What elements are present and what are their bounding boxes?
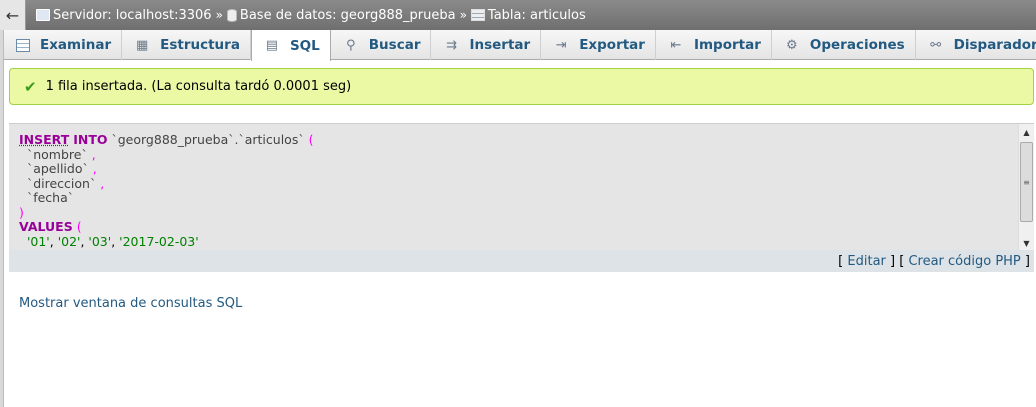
sql-code: INSERT INTO `georg888_prueba`.`articulos… <box>19 132 314 249</box>
tab-disparadores[interactable]: ⚯ Disparadores <box>916 30 1036 60</box>
sql-scrollbar[interactable]: ▲ ≡ ▼ <box>1018 124 1034 250</box>
sql-keyword-insert: INSERT <box>19 132 70 147</box>
sql-column: `apellido` <box>26 161 89 176</box>
tab-examinar[interactable]: Examinar <box>4 30 123 60</box>
sql-icon: ▤ <box>265 38 279 53</box>
sql-value: '02' <box>57 233 81 249</box>
sql-column: `nombre` <box>26 146 88 162</box>
tab-estructura[interactable]: ▦ Estructura <box>122 30 251 60</box>
show-query-window-link[interactable]: Mostrar ventana de consultas SQL <box>19 296 242 311</box>
success-message-text: 1 fila insertada. (La consulta tardó 0.0… <box>45 79 352 94</box>
tab-label: Exportar <box>579 37 645 53</box>
tab-sql[interactable]: ▤ SQL <box>250 30 331 61</box>
server-icon <box>36 9 50 21</box>
sql-column: `direccion` <box>26 175 97 191</box>
tab-label: Importar <box>693 37 761 53</box>
tab-label: SQL <box>289 37 320 54</box>
search-icon: ⚲ <box>346 37 356 53</box>
scroll-down-icon[interactable]: ▼ <box>1019 235 1034 250</box>
sql-value: '01' <box>26 233 50 249</box>
wrench-icon: ⚙ <box>786 37 798 53</box>
tab-exportar[interactable]: ⇥ Exportar <box>541 30 656 60</box>
breadcrumb-server-label: Servidor: localhost:3306 <box>53 7 212 23</box>
breadcrumb-separator: » <box>215 8 223 22</box>
tab-importar[interactable]: ⇤ Importar <box>656 30 772 60</box>
bracket: [ <box>838 253 848 269</box>
tab-label: Insertar <box>469 37 531 53</box>
sql-table-ref: `georg888_prueba`.`articulos` <box>111 132 305 147</box>
success-message: ✔ 1 fila insertada. (La consulta tardó 0… <box>9 68 1034 105</box>
triggers-icon: ⚯ <box>930 37 942 53</box>
tab-insertar[interactable]: ⇉ Insertar <box>431 30 542 60</box>
tab-operaciones[interactable]: ⚙ Operaciones <box>772 30 916 60</box>
breadcrumb-separator: » <box>459 8 467 22</box>
scroll-up-icon[interactable]: ▲ <box>1019 124 1034 140</box>
tab-bar: Examinar ▦ Estructura ▤ SQL ⚲ Buscar ⇉ I… <box>4 30 1036 61</box>
tab-label: Examinar <box>40 37 112 53</box>
breadcrumb-bar: ← Servidor: localhost:3306 » Base de dat… <box>0 0 1036 30</box>
create-php-link[interactable]: Crear código PHP <box>908 254 1020 269</box>
bracket: ] [ <box>885 253 909 269</box>
breadcrumb-table[interactable]: Tabla: articulos <box>470 7 586 23</box>
breadcrumb-server[interactable]: Servidor: localhost:3306 <box>36 8 212 23</box>
sql-keyword-values: VALUES <box>19 219 73 234</box>
breadcrumb: Servidor: localhost:3306 » Base de datos… <box>26 8 586 23</box>
bracket: ] <box>1020 253 1030 269</box>
sql-value: '2017-02-03' <box>119 233 199 249</box>
left-edge <box>0 30 4 407</box>
import-icon: ⇤ <box>670 37 682 53</box>
export-icon: ⇥ <box>555 37 567 53</box>
insert-icon: ⇉ <box>446 37 457 53</box>
tab-buscar[interactable]: ⚲ Buscar <box>331 30 432 60</box>
breadcrumb-database[interactable]: Base de datos: georg888_prueba <box>226 7 456 23</box>
tab-label: Estructura <box>160 37 240 53</box>
sql-column: `fecha` <box>26 190 74 205</box>
tab-label: Operaciones <box>809 37 905 53</box>
breadcrumb-table-label: Tabla: articulos <box>487 7 586 23</box>
sql-query-box[interactable]: INSERT INTO `georg888_prueba`.`articulos… <box>9 123 1034 250</box>
edit-link[interactable]: Editar <box>847 254 886 269</box>
tab-label: Disparadores <box>953 37 1036 53</box>
breadcrumb-database-label: Base de datos: georg888_prueba <box>239 7 456 23</box>
back-button[interactable]: ← <box>0 0 26 30</box>
sql-value: '03' <box>88 233 112 249</box>
table-icon <box>470 9 485 21</box>
scroll-thumb[interactable]: ≡ <box>1020 142 1033 222</box>
sql-keyword-into: INTO <box>73 132 108 147</box>
structure-icon: ▦ <box>135 37 149 53</box>
browse-icon <box>16 38 30 52</box>
tab-label: Buscar <box>368 37 421 53</box>
check-icon: ✔ <box>24 77 37 96</box>
database-icon <box>226 8 237 22</box>
sql-footer: [ Editar ] [ Crear código PHP ] <box>9 250 1034 272</box>
